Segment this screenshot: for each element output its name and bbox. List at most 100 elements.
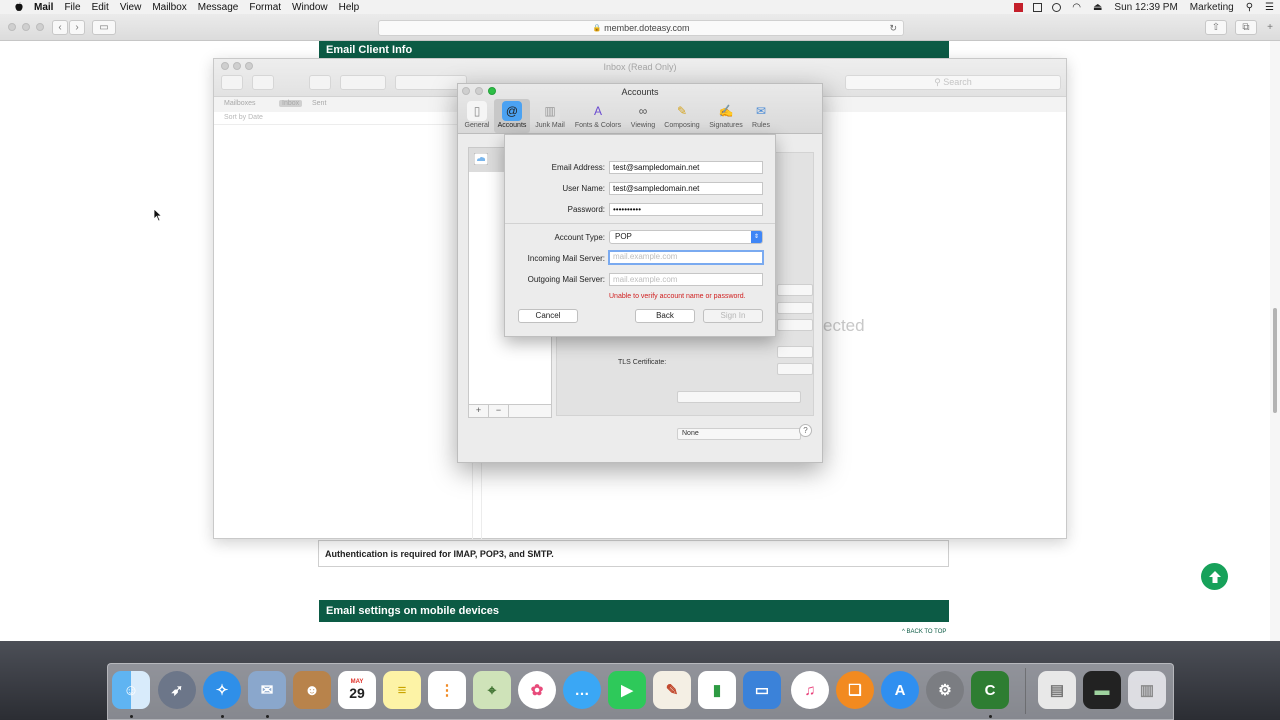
safari-icon[interactable]: ✧ xyxy=(203,671,241,709)
tab-rules[interactable]: ✉ Rules xyxy=(748,99,774,133)
tls-certificate-popup[interactable]: None xyxy=(677,428,801,440)
ibooks-icon[interactable]: ❑ xyxy=(836,671,874,709)
wifi-icon[interactable]: ◠ xyxy=(1072,2,1081,13)
preferences-toolbar: Accounts ▯ General @ Accounts ▥ Junk Mai… xyxy=(458,84,822,134)
outgoing-server-field[interactable]: mail.example.com xyxy=(609,273,763,286)
reload-icon[interactable]: ↻ xyxy=(889,23,897,34)
tabs-button[interactable]: ⧉ xyxy=(1235,20,1257,35)
reminders-icon[interactable]: ⋮ xyxy=(428,671,466,709)
tls-certificate-label: TLS Certificate: xyxy=(618,359,667,366)
remove-account-button[interactable]: − xyxy=(489,405,509,417)
tab-fonts-colors[interactable]: A Fonts & Colors xyxy=(571,99,625,133)
back-button-sheet[interactable]: Back xyxy=(635,309,695,323)
menu-window[interactable]: Window xyxy=(292,2,328,13)
notes-icon[interactable]: ≡ xyxy=(383,671,421,709)
password-field[interactable]: •••••••••• xyxy=(609,203,763,216)
plus-icon: + xyxy=(1267,22,1273,33)
favorites-inbox[interactable]: Inbox xyxy=(279,100,303,107)
launchpad-icon[interactable]: ➶ xyxy=(158,671,196,709)
chevron-left-icon: ‹ xyxy=(58,22,62,33)
share-button[interactable]: ⇧ xyxy=(1205,20,1227,35)
detail-field-3[interactable] xyxy=(777,319,813,331)
zoom-window-button[interactable] xyxy=(36,23,44,31)
maps-icon[interactable]: ⌖ xyxy=(473,671,511,709)
sidebar-button[interactable]: ▭ xyxy=(92,20,116,35)
menu-help[interactable]: Help xyxy=(339,2,360,13)
notification-center-icon[interactable]: ☰ xyxy=(1265,2,1274,13)
minimize-window-button[interactable] xyxy=(22,23,30,31)
detail-field-5[interactable] xyxy=(777,363,813,375)
screen-icon[interactable] xyxy=(1033,2,1043,12)
pages-icon[interactable]: ✎ xyxy=(653,671,691,709)
get-mail-button[interactable] xyxy=(221,75,243,90)
menu-message[interactable]: Message xyxy=(198,2,239,13)
email-address-field[interactable]: test@sampledomain.net xyxy=(609,161,763,174)
cancel-button[interactable]: Cancel xyxy=(518,309,578,323)
menu-format[interactable]: Format xyxy=(249,2,281,13)
spotlight-icon[interactable]: ⚲ xyxy=(1246,2,1253,13)
tab-junk-mail[interactable]: ▥ Junk Mail xyxy=(532,99,568,133)
menu-mailbox[interactable]: Mailbox xyxy=(152,2,186,13)
user-name[interactable]: Marketing xyxy=(1190,2,1234,13)
user-name-field[interactable]: test@sampledomain.net xyxy=(609,182,763,195)
detail-field-1[interactable] xyxy=(777,284,813,296)
facetime-icon[interactable]: ▶ xyxy=(608,671,646,709)
messages-icon[interactable]: … xyxy=(563,671,601,709)
trash-icon[interactable]: ▥ xyxy=(1128,671,1166,709)
address-bar[interactable]: 🔒 member.doteasy.com ↻ xyxy=(378,20,904,36)
scroll-up-button[interactable] xyxy=(1201,563,1228,590)
numbers-icon[interactable]: ▮ xyxy=(698,671,736,709)
contacts-icon[interactable]: ☻ xyxy=(293,671,331,709)
tab-general[interactable]: ▯ General xyxy=(461,99,493,133)
calendar-icon[interactable]: MAY 29 xyxy=(338,671,376,709)
favorites-sent[interactable]: Sent xyxy=(312,100,326,107)
detail-field-2[interactable] xyxy=(777,302,813,314)
finder-icon[interactable]: ☺ xyxy=(112,671,150,709)
menu-app-mail[interactable]: Mail xyxy=(34,2,53,13)
favorites-mailboxes[interactable]: Mailboxes xyxy=(224,100,256,107)
document-icon[interactable]: ▤ xyxy=(1038,671,1076,709)
back-to-top-link[interactable]: ^ BACK TO TOP xyxy=(902,629,946,635)
screen-recording-icon[interactable]: ▬ xyxy=(1083,671,1121,709)
detail-field-4[interactable] xyxy=(777,346,813,358)
help-button[interactable]: ? xyxy=(799,424,812,437)
keynote-icon[interactable]: ▭ xyxy=(743,671,781,709)
account-type-select[interactable]: POP ⇕ xyxy=(609,230,763,244)
apple-menu-icon[interactable] xyxy=(14,2,24,12)
itunes-icon[interactable]: ♫ xyxy=(791,671,829,709)
eject-icon[interactable]: ⏏ xyxy=(1093,2,1102,13)
add-account-button[interactable]: + xyxy=(469,405,489,417)
menu-edit[interactable]: Edit xyxy=(92,2,109,13)
camtasia-icon[interactable]: C xyxy=(971,671,1009,709)
compose-button[interactable] xyxy=(252,75,274,90)
menu-file[interactable]: File xyxy=(64,2,80,13)
url-text: member.doteasy.com xyxy=(604,23,690,33)
menu-view[interactable]: View xyxy=(120,2,142,13)
detail-popup[interactable] xyxy=(677,391,801,403)
forward-button[interactable]: › xyxy=(69,20,85,35)
delete-junk-buttons[interactable] xyxy=(340,75,386,90)
page-scroll-thumb[interactable] xyxy=(1273,308,1277,413)
share-icon: ⇧ xyxy=(1211,22,1221,33)
tab-signatures[interactable]: ✍ Signatures xyxy=(706,99,746,133)
app-store-icon[interactable]: A xyxy=(881,671,919,709)
recording-icon[interactable] xyxy=(1014,2,1024,12)
system-preferences-icon[interactable]: ⚙ xyxy=(926,671,964,709)
archive-button[interactable] xyxy=(309,75,331,90)
close-window-button[interactable] xyxy=(8,23,16,31)
chevron-right-icon: › xyxy=(75,22,79,33)
tab-accounts[interactable]: @ Accounts xyxy=(494,99,530,133)
photos-icon[interactable]: ✿ xyxy=(518,671,556,709)
back-button[interactable]: ‹ xyxy=(52,20,68,35)
mail-search-field[interactable]: ⚲ Search xyxy=(845,75,1061,90)
incoming-server-field[interactable]: mail.example.com xyxy=(608,250,764,265)
tab-viewing[interactable]: ∞ Viewing xyxy=(627,99,659,133)
tab-composing[interactable]: ✎ Composing xyxy=(661,99,703,133)
sort-by-date[interactable]: Sort by Date xyxy=(214,112,472,125)
new-tab-button[interactable]: + xyxy=(1263,20,1277,35)
mail-icon[interactable]: ✉ xyxy=(248,671,286,709)
sync-icon[interactable] xyxy=(1052,2,1062,12)
clock[interactable]: Sun 12:39 PM xyxy=(1114,2,1177,13)
mouse-cursor-icon xyxy=(153,208,163,222)
sign-in-button[interactable]: Sign In xyxy=(703,309,763,323)
